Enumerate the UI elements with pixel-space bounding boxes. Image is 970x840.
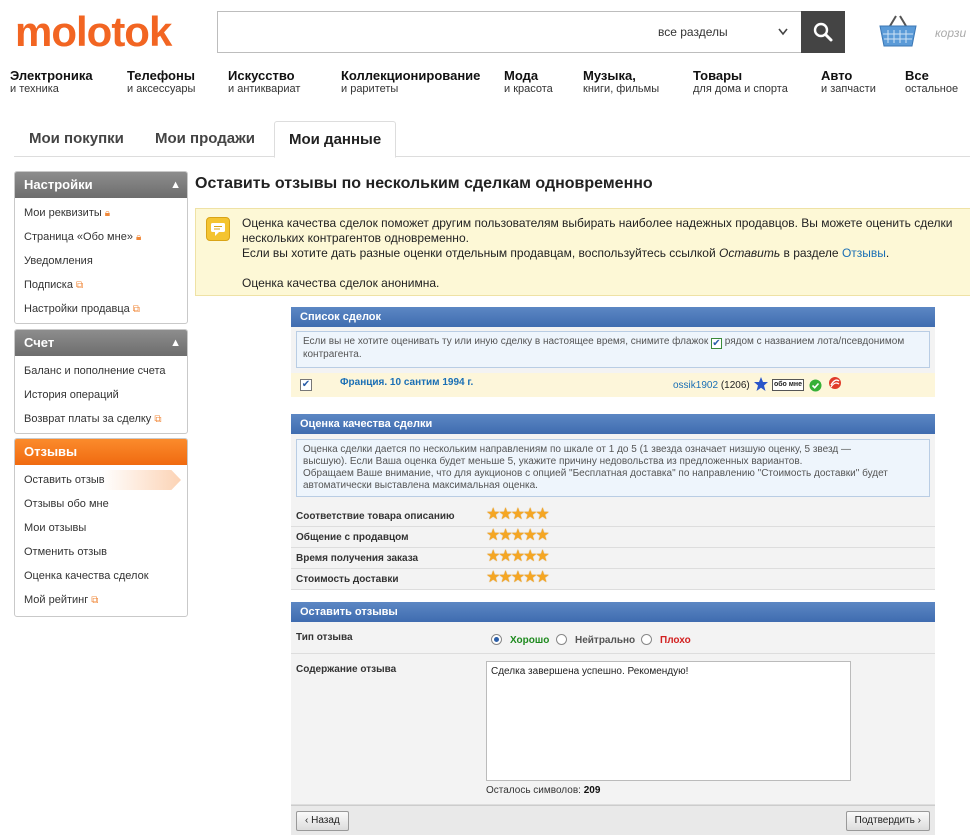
deals-info-box: Если вы не хотите оценивать ту или иную … [296,331,930,368]
external-link-icon: ⧉ [154,414,162,425]
category-music[interactable]: Музыка, книги, фильмы [583,69,659,95]
radio-positive[interactable] [491,634,502,645]
sidebar-item-about-page[interactable]: Страница «Обо мне» 🔒︎ [15,225,187,249]
sidebar-item-balance[interactable]: Баланс и пополнение счета [15,359,187,383]
feedback-content-row: Содержание отзыва Сделка завершена успеш… [291,654,935,805]
tab-my-data[interactable]: Мои данные [274,121,397,158]
seller-rating-count: (1206) [720,380,750,391]
back-button[interactable]: ‹ Назад [296,811,349,831]
deal-row: ✔ Франция. 10 сантим 1994 г. ossik1902 (… [291,373,935,397]
external-link-icon: ⧉ [75,280,84,291]
search-input[interactable] [218,12,638,52]
radio-negative-label[interactable]: Плохо [660,635,691,646]
chevron-up-icon: ▲ [170,337,181,349]
category-fashion[interactable]: Мода и красота [504,69,553,95]
speech-bubble-icon [206,217,230,241]
sidebar-item-notifications[interactable]: Уведомления [15,249,187,273]
site-logo[interactable]: molotok [15,10,172,54]
sidebar-settings-header[interactable]: Настройки ▲ [15,172,187,198]
basket-label[interactable]: корзи [935,26,966,40]
star-rating[interactable]: ★★★★★ [486,528,550,544]
sidebar-item-seller-settings[interactable]: Настройки продавца ⧉ [15,297,187,321]
sidebar-item-subscription[interactable]: Подписка ⧉ [15,273,187,297]
category-electronics[interactable]: Электроника и техника [10,69,93,95]
external-link-icon: ⧉ [91,595,99,606]
seller-nick-link[interactable]: ossik1902 [673,380,718,391]
sidebar-item-my-rating[interactable]: Мой рейтинг ⧉ [15,588,187,612]
rating-row-communication: Общение с продавцом ★★★★★ [291,527,935,548]
deal-lot-link[interactable]: Франция. 10 сантим 1994 г. [340,377,473,388]
radio-neutral[interactable] [556,634,567,645]
category-phones[interactable]: Телефоны и аксессуары [127,69,195,95]
char-counter: Осталось символов: 209 [486,785,601,796]
category-art[interactable]: Искусство и антиквариат [228,69,300,95]
sidebar-account: Счет ▲ Баланс и пополнение счета История … [14,329,188,434]
info-notice: Оценка качества сделок поможет другим по… [195,208,970,296]
sidebar-item-requisites[interactable]: Мои реквизиты 🔒︎ [15,201,187,225]
sidebar-item-refund[interactable]: Возврат платы за сделку ⧉ [15,407,187,431]
radio-positive-label[interactable]: Хорошо [510,635,549,646]
tab-my-sales[interactable]: Мои продажи [141,121,269,157]
search-icon [801,22,845,56]
seller-info: ossik1902 (1206) [673,380,750,391]
quality-header: Оценка качества сделки [291,414,935,434]
checkbox-sample-icon: ✔ [710,338,722,349]
sidebar-item-my-feedback[interactable]: Мои отзывы [15,516,187,540]
header: molotok все разделы корзи [0,0,970,66]
lock-icon: 🔒︎ [104,208,111,219]
rating-row-delivery-time: Время получения заказа ★★★★★ [291,548,935,569]
about-me-badge[interactable]: обо мне [772,379,804,391]
deals-list-header: Список сделок [291,307,935,327]
chevron-down-icon [777,12,789,68]
category-auto[interactable]: Авто и запчасти [821,69,876,95]
radio-negative[interactable] [641,634,652,645]
sidebar-item-leave-feedback[interactable]: Оставить отзыв [15,468,187,492]
star-rating[interactable]: ★★★★★ [486,570,550,586]
star-rating[interactable]: ★★★★★ [486,549,550,565]
quality-info-box: Оценка сделки дается по нескольким напра… [296,439,930,497]
search-box: все разделы [217,11,845,53]
lock-icon: 🔒︎ [135,232,142,243]
category-collecting[interactable]: Коллекционирование и раритеты [341,69,480,95]
confirm-button[interactable]: Подтвердить › [845,811,930,831]
sidebar-item-history[interactable]: История операций [15,383,187,407]
rating-row-shipping-cost: Стоимость доставки ★★★★★ [291,569,935,590]
sidebar-settings: Настройки ▲ Мои реквизиты 🔒︎ Страница «Обо… [14,171,188,324]
rating-row-description: Соответствие товара описанию ★★★★★ [291,506,935,527]
sidebar-item-deal-quality[interactable]: Оценка качества сделок [15,564,187,588]
radio-neutral-label[interactable]: Нейтрально [575,635,635,646]
sidebar-feedback-header[interactable]: Отзывы [15,439,187,465]
section-select[interactable]: все разделы [648,12,801,52]
feedback-textarea[interactable]: Сделка завершена успешно. Рекомендую! [486,661,851,781]
deal-checkbox[interactable]: ✔ [300,379,312,391]
search-button[interactable] [801,11,845,53]
sidebar-account-header[interactable]: Счет ▲ [15,330,187,356]
chevron-up-icon: ▲ [170,179,181,191]
verified-icon [809,379,822,395]
star-rating[interactable]: ★★★★★ [486,507,550,523]
external-link-icon: ⧉ [132,304,140,315]
leave-feedback-header: Оставить отзывы [291,602,935,622]
tab-my-purchases[interactable]: Мои покупки [15,121,138,157]
category-nav: Электроника и техника Телефоны и аксессуар… [0,69,970,100]
star-badge-icon [753,376,769,395]
feedback-link[interactable]: Отзывы [842,246,886,260]
feedback-type-row: Тип отзыва Хорошо Нейтрально Плохо [291,622,935,654]
page-title: Оставить отзывы по нескольким сделкам од… [195,175,653,192]
sidebar-feedback: Отзывы Оставить отзыв Отзывы обо мне Мои… [14,438,188,617]
sidebar-item-cancel-feedback[interactable]: Отменить отзыв [15,540,187,564]
category-home[interactable]: Товары для дома и спорта [693,69,788,95]
basket-icon[interactable] [878,14,918,50]
section-select-value: все разделы [658,25,728,39]
seller-status-icon [828,376,842,393]
sidebar-item-feedback-about-me[interactable]: Отзывы обо мне [15,492,187,516]
category-other[interactable]: Все остальное [905,69,958,95]
notice-text: Оценка качества сделок поможет другим по… [242,216,953,290]
form-footer: ‹ Назад Подтвердить › [291,805,935,835]
account-tabs: Мои покупки Мои продажи Мои данные [14,121,970,158]
